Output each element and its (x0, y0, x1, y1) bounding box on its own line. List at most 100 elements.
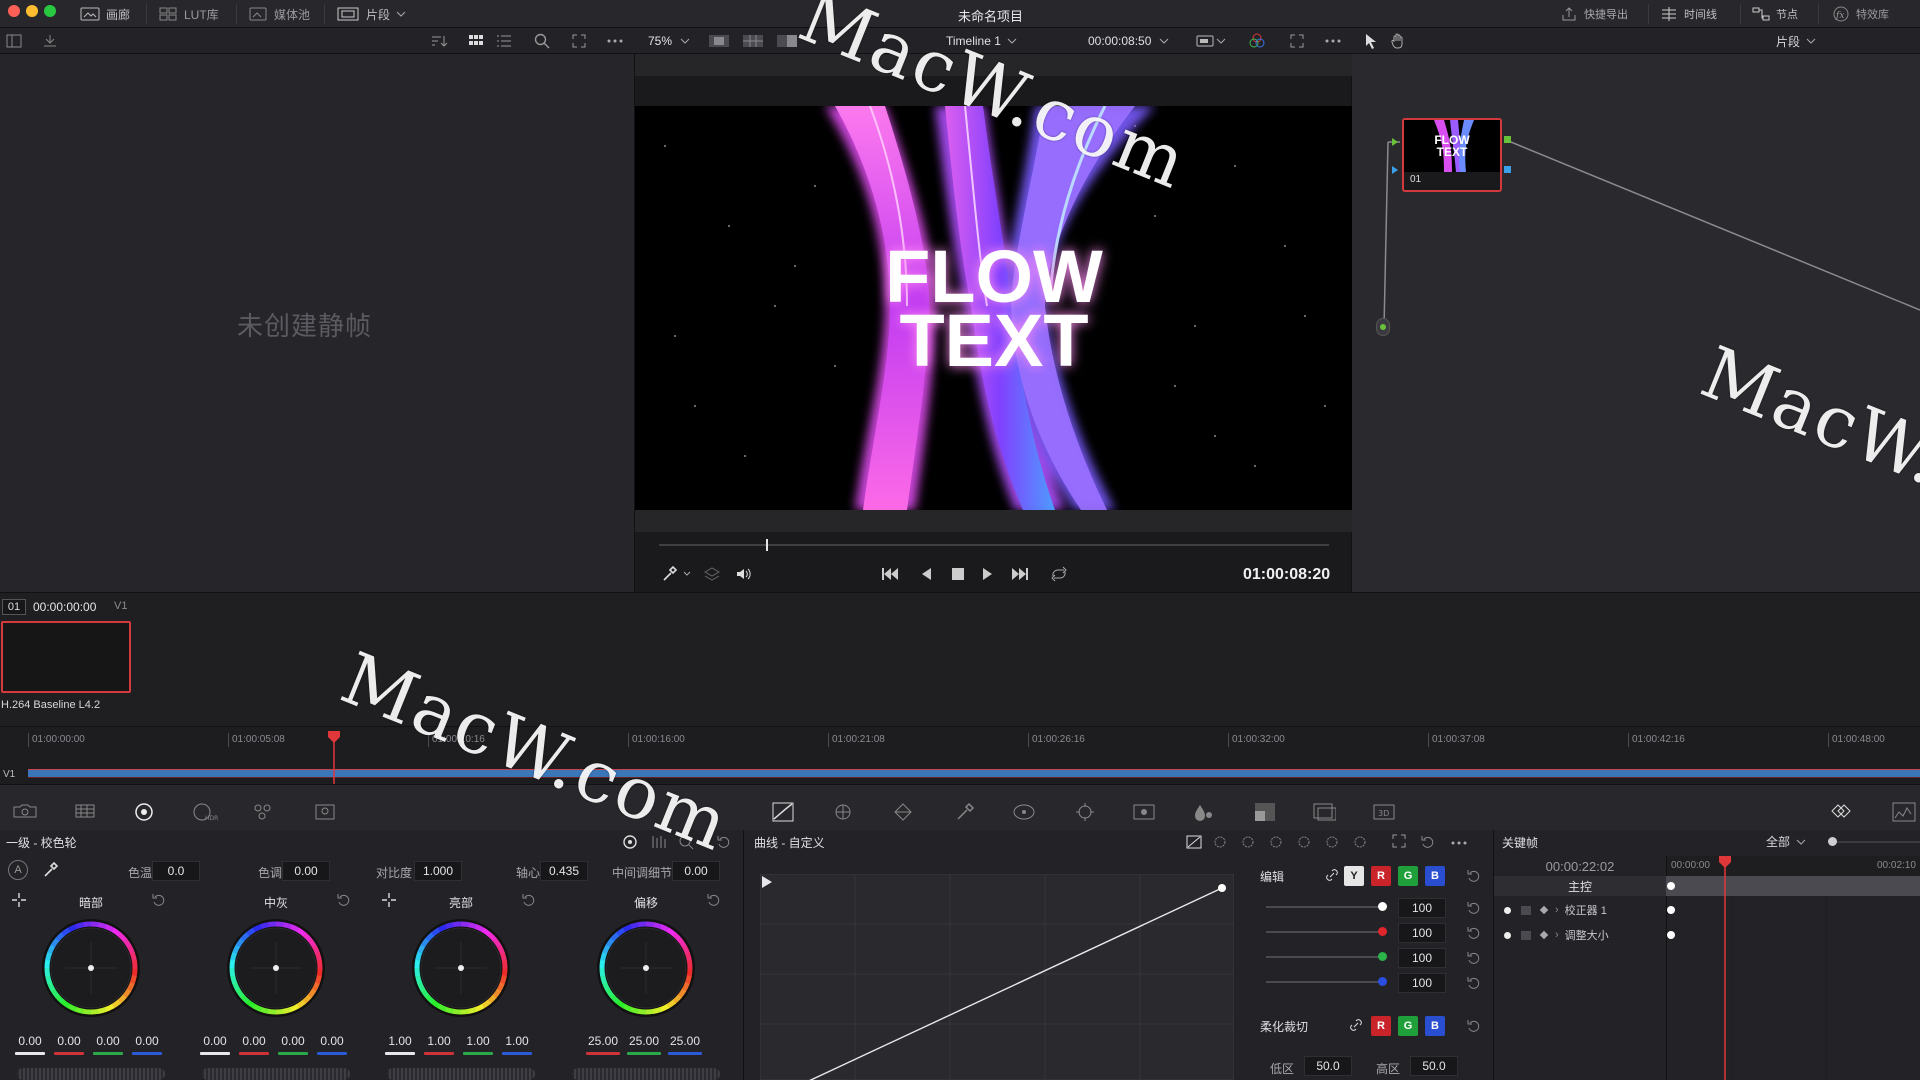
auto-balance-button[interactable]: A (8, 860, 28, 880)
high-field[interactable]: 50.0 (1410, 1056, 1458, 1076)
go-to-end-button[interactable] (1009, 566, 1029, 582)
picker-tool-dropdown[interactable] (661, 566, 691, 582)
intensity-handle[interactable] (1378, 977, 1387, 986)
wheel-value-field[interactable]: 1.00 (461, 1031, 495, 1051)
eyedropper-palette-icon[interactable] (954, 802, 976, 822)
viewer-scrubber[interactable] (659, 539, 1329, 551)
split-view-icon[interactable] (742, 28, 764, 54)
curve-hue-hue-icon[interactable] (1212, 834, 1228, 850)
stop-button[interactable] (951, 567, 965, 581)
keyframe-marker[interactable] (1667, 906, 1675, 914)
zoom-dropdown[interactable]: 75% (648, 28, 690, 54)
intensity-slider[interactable] (1266, 952, 1387, 961)
effects-library-button[interactable]: fx 特效库 (1832, 0, 1889, 28)
key-icon[interactable] (1254, 802, 1276, 822)
wheel-value-field[interactable]: 0.00 (13, 1031, 47, 1051)
keyframe-enable-dot[interactable] (1504, 906, 1511, 914)
wheel-value-field[interactable]: 0.00 (237, 1031, 271, 1051)
keyframe-diamond-icon[interactable] (1539, 930, 1549, 940)
color-wheels-icon[interactable] (134, 802, 154, 822)
intensity-field[interactable]: 100 (1398, 923, 1446, 943)
wheel-value-field[interactable]: 25.00 (666, 1031, 704, 1051)
fullscreen-gallery-icon[interactable] (572, 28, 586, 54)
wheel-value-field[interactable]: 25.00 (625, 1031, 663, 1051)
close-window-button[interactable] (8, 5, 20, 17)
intensity-handle[interactable] (1378, 952, 1387, 961)
intensity-field[interactable]: 100 (1398, 948, 1446, 968)
wheel-value-field[interactable]: 0.00 (315, 1031, 349, 1051)
keyframe-marker[interactable] (1667, 882, 1675, 890)
curve-point-white[interactable] (1218, 884, 1226, 892)
rgb-mixer-icon[interactable] (252, 802, 274, 822)
channel-g-button[interactable]: G (1398, 866, 1418, 886)
contrast-field[interactable]: 1.000 (414, 861, 462, 881)
channel-r-button[interactable]: R (1371, 866, 1391, 886)
intensity-slider[interactable] (1266, 902, 1387, 911)
curve-lum-sat-icon[interactable] (1296, 834, 1312, 850)
temp-field[interactable]: 0.0 (152, 861, 200, 881)
more-options-icon[interactable] (606, 28, 624, 54)
sidebar-toggle-icon[interactable] (6, 28, 22, 54)
sizing-icon[interactable] (1312, 802, 1336, 822)
intensity-field[interactable]: 100 (1398, 973, 1446, 993)
expand-chevron-icon[interactable]: › (1555, 929, 1559, 941)
intensity-reset-icon[interactable] (1466, 975, 1482, 991)
color-wheel[interactable] (411, 918, 511, 1018)
channel-b-button[interactable]: B (1425, 866, 1445, 886)
color-wheel[interactable] (41, 918, 141, 1018)
page-lut-button[interactable]: LUT库 (158, 0, 219, 28)
timeline-clip-bar[interactable] (28, 769, 1920, 778)
curve-graph[interactable] (760, 874, 1234, 1080)
keyframe-row[interactable]: › 调整大小 (1494, 925, 1666, 945)
keyframe-lock-icon[interactable] (1521, 930, 1531, 940)
page-gallery-button[interactable]: 画廊 (80, 0, 130, 28)
master-wheel-jog[interactable] (572, 1068, 720, 1080)
wheel-reset-icon[interactable] (151, 892, 167, 908)
play-reverse-button[interactable] (919, 566, 933, 582)
nodes-page-button[interactable]: 节点 (1752, 0, 1798, 28)
intensity-field[interactable]: 100 (1398, 898, 1446, 918)
keyframe-zoom-slider[interactable] (1828, 837, 1920, 846)
corrector-node-01[interactable]: FLOW TEXT 01 (1402, 118, 1502, 192)
viewer-mode-icon[interactable] (1196, 28, 1226, 54)
softclip-b-button[interactable]: B (1425, 1016, 1445, 1036)
motion-effects-icon[interactable] (314, 802, 336, 822)
wheel-reset-icon[interactable] (521, 892, 537, 908)
pointer-tool-icon[interactable] (1364, 28, 1378, 54)
hdr-wheels-icon[interactable]: HDR (192, 802, 218, 822)
curve-sat-lum-icon[interactable] (1352, 834, 1368, 850)
low-field[interactable]: 50.0 (1304, 1056, 1352, 1076)
tracker-icon[interactable] (1074, 802, 1096, 822)
viewer-more-icon[interactable] (1324, 28, 1342, 54)
softclip-reset-icon[interactable] (1466, 1018, 1482, 1034)
timecode-dropdown[interactable]: 00:00:08:50 (1088, 28, 1169, 54)
minimize-window-button[interactable] (26, 5, 38, 17)
3d-icon[interactable]: 3D (1372, 802, 1396, 822)
color-warper-icon[interactable] (832, 802, 854, 822)
power-window-icon[interactable] (1012, 802, 1036, 822)
intensity-slider[interactable] (1266, 977, 1387, 986)
zoom-window-button[interactable] (44, 5, 56, 17)
video-frame[interactable]: FLOW TEXT (635, 106, 1353, 510)
single-view-icon[interactable] (708, 28, 730, 54)
blur-icon[interactable] (1192, 802, 1214, 822)
master-wheel-jog[interactable] (387, 1068, 535, 1080)
curves-icon[interactable] (772, 802, 794, 822)
play-button[interactable] (981, 566, 995, 582)
expand-chevron-icon[interactable]: › (1555, 904, 1559, 916)
keyframe-filter-dropdown[interactable]: 全部 (1766, 833, 1806, 850)
white-balance-picker-icon[interactable] (42, 862, 60, 878)
soft-clip-link-icon[interactable] (1348, 1017, 1364, 1033)
keyframe-row-master[interactable]: 主控 (1494, 876, 1666, 896)
timeline-page-button[interactable]: 时间线 (1660, 0, 1717, 28)
loop-button[interactable] (1049, 566, 1069, 582)
node-alpha-output[interactable] (1504, 166, 1511, 173)
source-input-handle[interactable] (1376, 318, 1390, 336)
edit-reset-icon[interactable] (1466, 868, 1482, 884)
wheel-value-field[interactable]: 0.00 (91, 1031, 125, 1051)
intensity-handle[interactable] (1378, 927, 1387, 936)
keyframe-row[interactable]: › 校正器 1 (1494, 900, 1666, 920)
clip-thumbnail[interactable] (1, 621, 131, 693)
intensity-slider[interactable] (1266, 927, 1387, 936)
pivot-field[interactable]: 0.435 (540, 861, 588, 881)
